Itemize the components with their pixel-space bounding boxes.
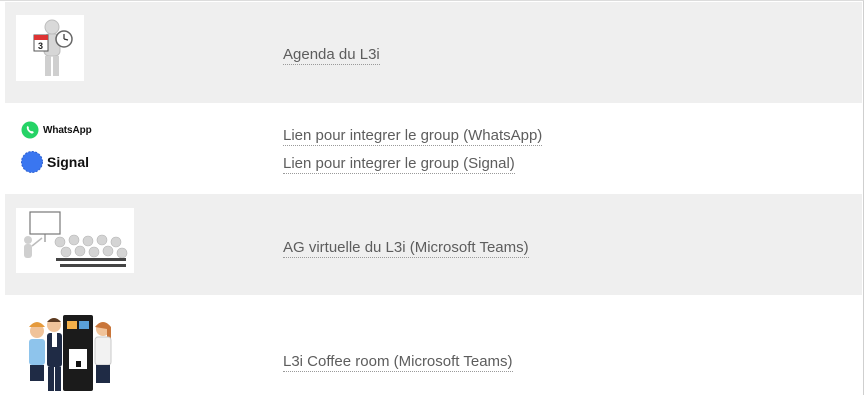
row-agenda: 3 Agenda du L3i [5, 2, 862, 103]
whatsapp-icon [21, 121, 39, 139]
coffee-machine-people-icon [21, 309, 117, 396]
ag-virtuelle-link[interactable]: AG virtuelle du L3i (Microsoft Teams) [283, 239, 529, 258]
signal-brand-label: Signal [47, 154, 90, 170]
signal-group-link[interactable]: Lien pour integrer le group (Signal) [283, 155, 515, 174]
links-table: 3 Agenda du L3i WhatsApp Signal Lien pou… [0, 0, 864, 396]
whatsapp-logo: WhatsApp [21, 121, 92, 139]
row-coffee-room: L3i Coffee room (Microsoft Teams) [5, 295, 862, 396]
calendar-clock-figure-icon: 3 [16, 15, 84, 81]
row-groups: WhatsApp Signal Lien pour integrer le gr… [5, 103, 862, 194]
whatsapp-group-link[interactable]: Lien pour integrer le group (WhatsApp) [283, 127, 543, 146]
signal-icon [21, 151, 43, 173]
signal-logo: Signal [21, 151, 89, 173]
coffee-room-link[interactable]: L3i Coffee room (Microsoft Teams) [283, 353, 513, 372]
whatsapp-brand-label: WhatsApp [43, 124, 92, 136]
svg-text:3: 3 [38, 41, 43, 51]
meeting-presentation-icon [16, 208, 134, 273]
row-ag-virtuelle: AG virtuelle du L3i (Microsoft Teams) [5, 194, 862, 295]
agenda-link[interactable]: Agenda du L3i [283, 46, 380, 65]
